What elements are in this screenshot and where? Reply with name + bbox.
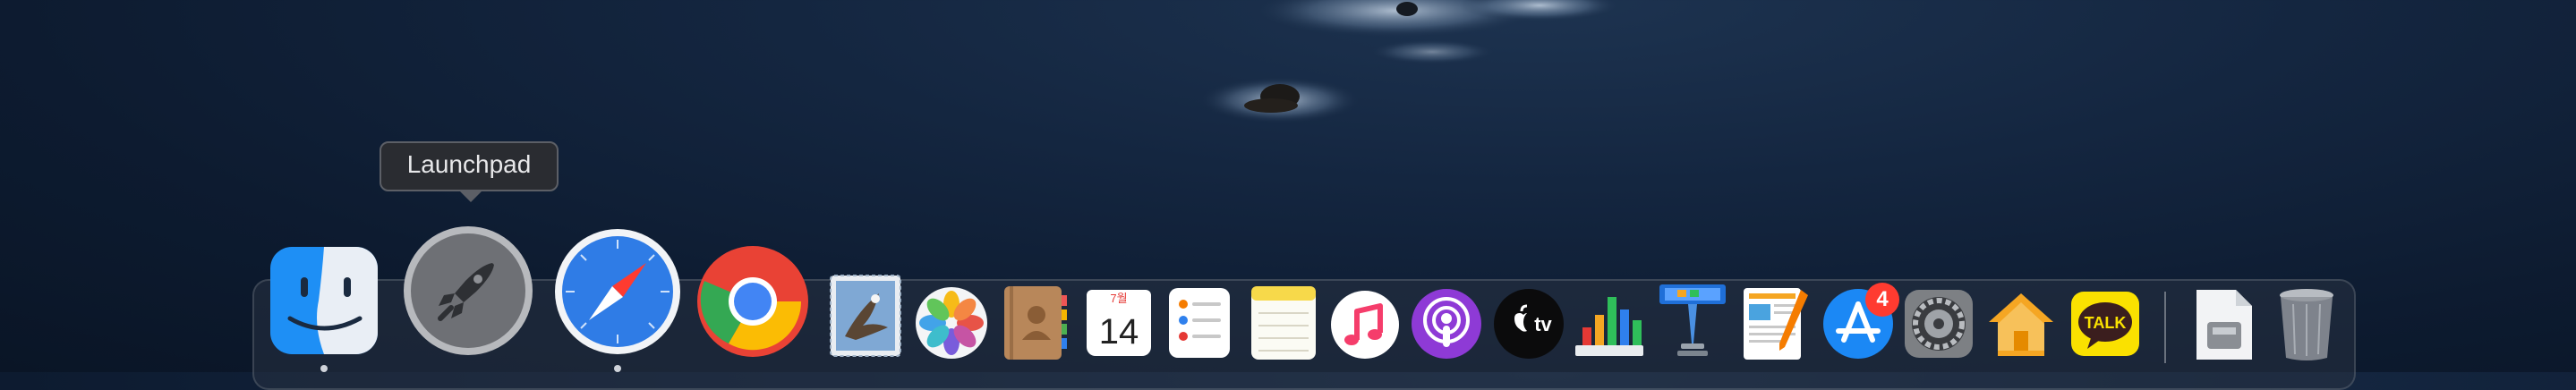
tv-label: tv (1534, 313, 1552, 335)
notes-icon[interactable] (1250, 284, 1318, 361)
home-icon[interactable] (1985, 290, 2057, 360)
finder-icon[interactable] (269, 245, 380, 356)
dock-separator (2164, 292, 2166, 363)
calendar-icon[interactable]: 7월 14 (1085, 288, 1153, 358)
mail-stamp-icon[interactable] (829, 274, 902, 358)
trash-icon[interactable] (2275, 286, 2338, 363)
photos-flower-icon[interactable] (915, 286, 988, 360)
kakaotalk-icon[interactable]: TALK (2069, 290, 2141, 358)
safari-compass-icon[interactable] (553, 227, 682, 356)
contacts-book-icon[interactable] (1002, 284, 1069, 361)
music-note-icon[interactable] (1330, 290, 1400, 360)
safari-running-indicator (614, 365, 621, 372)
archive-file-icon[interactable] (2193, 286, 2256, 363)
apple-tv-icon[interactable]: tv (1493, 288, 1565, 360)
launchpad-rocket-icon[interactable] (401, 224, 535, 358)
podcasts-icon[interactable] (1411, 288, 1482, 360)
gear-icon[interactable] (1903, 288, 1975, 360)
launchpad-tooltip: Launchpad (380, 141, 559, 202)
reminders-icon[interactable] (1167, 286, 1232, 360)
calendar-day: 14 (1099, 312, 1139, 352)
calendar-month: 7월 (1110, 292, 1127, 305)
chrome-icon[interactable] (696, 245, 809, 358)
keynote-podium-icon[interactable] (1656, 281, 1729, 361)
kakao-label: TALK (2085, 314, 2127, 332)
app-store-update-badge: 4 (1865, 283, 1899, 317)
finder-running-indicator (320, 365, 328, 372)
pages-pen-icon[interactable] (1738, 284, 1812, 361)
numbers-chart-icon[interactable] (1574, 288, 1645, 360)
